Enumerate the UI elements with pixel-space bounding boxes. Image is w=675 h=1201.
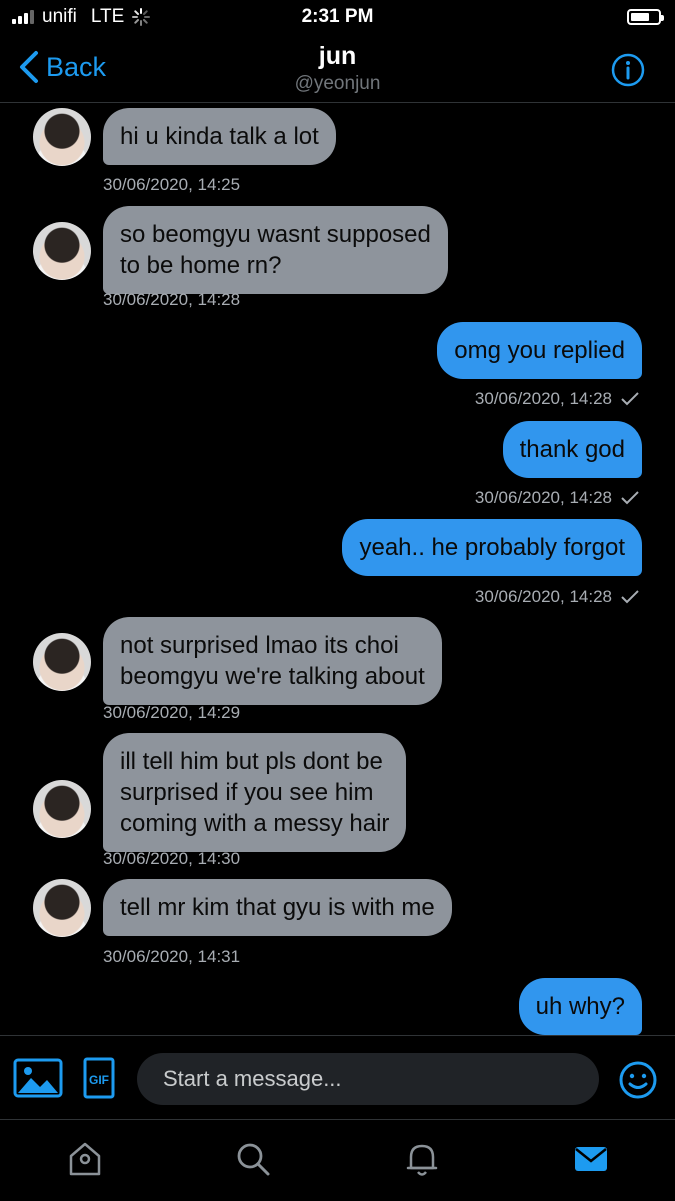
message-bubble-outgoing[interactable]: yeah.. he probably forgot — [342, 519, 642, 576]
message-timestamp: 30/06/2020, 14:28 — [474, 488, 612, 507]
avatar[interactable] — [33, 633, 91, 691]
message-timestamp: 30/06/2020, 14:28 — [474, 389, 612, 408]
avatar[interactable] — [33, 222, 91, 280]
message-text: coming with a messy hair — [120, 810, 390, 837]
message-text: omg you replied — [454, 337, 625, 364]
message-timestamp: 30/06/2020, 14:30 — [103, 849, 241, 868]
message-text: surprised if you see him — [120, 779, 374, 806]
check-icon — [621, 491, 639, 505]
message-timestamp: 30/06/2020, 14:25 — [103, 175, 241, 194]
message-bubble-incoming[interactable]: hi u kinda talk a lot — [103, 108, 336, 165]
message-list[interactable]: hi u kinda talk a lot 30/06/2020, 14:25 … — [0, 103, 675, 1035]
message-timestamp-row: 30/06/2020, 14:28 — [475, 587, 640, 607]
message-text: to be home rn? — [120, 252, 282, 279]
message-text: beomgyu we're talking about — [120, 663, 425, 690]
message-text: uh why? — [535, 993, 625, 1020]
avatar[interactable] — [33, 108, 91, 166]
status-time: 2:31 PM — [301, 6, 374, 27]
message-text: not surprised lmao its choi — [120, 632, 399, 659]
message-timestamp-row: 30/06/2020, 14:28 — [475, 389, 640, 409]
avatar[interactable] — [33, 780, 91, 838]
conversation-handle: @yeonjun — [294, 73, 381, 94]
message-text: tell mr kim that gyu is with me — [120, 894, 435, 921]
image-icon[interactable] — [13, 1058, 63, 1098]
message-bubble-incoming[interactable]: tell mr kim that gyu is with me — [103, 879, 452, 936]
gif-icon: GIF — [83, 1057, 115, 1099]
messages-icon[interactable] — [572, 1140, 610, 1178]
check-icon — [621, 590, 639, 604]
message-text: so beomgyu wasnt supposed — [120, 221, 431, 248]
message-bubble-incoming[interactable]: not surprised lmao its choi beomgyu we'r… — [103, 617, 442, 705]
conversation-title-block[interactable]: jun @yeonjun — [0, 42, 675, 95]
message-input[interactable] — [137, 1053, 599, 1105]
bottom-tab-bar — [0, 1119, 675, 1201]
message-bubble-outgoing[interactable]: omg you replied — [437, 322, 642, 379]
avatar[interactable] — [33, 879, 91, 937]
conversation-header: Back jun @yeonjun — [0, 36, 675, 103]
message-text: ill tell him but pls dont be — [120, 748, 383, 775]
message-timestamp: 30/06/2020, 14:31 — [103, 947, 241, 966]
gif-button[interactable]: GIF — [83, 1057, 115, 1099]
message-text: hi u kinda talk a lot — [120, 123, 319, 150]
notifications-icon[interactable] — [403, 1140, 441, 1178]
gif-label: GIF — [89, 1073, 109, 1087]
info-icon[interactable] — [611, 53, 645, 87]
home-icon[interactable] — [66, 1140, 104, 1178]
message-bubble-outgoing[interactable]: thank god — [502, 421, 642, 478]
search-icon[interactable] — [234, 1140, 272, 1178]
message-composer: GIF — [0, 1035, 675, 1120]
conversation-title: jun — [318, 42, 357, 70]
message-timestamp: 30/06/2020, 14:29 — [103, 703, 241, 722]
check-icon — [621, 392, 639, 406]
status-bar: unifi LTE 2:31 PM — [0, 0, 675, 36]
message-bubble-incoming[interactable]: ill tell him but pls dont be surprised i… — [103, 733, 407, 852]
message-timestamp: 30/06/2020, 14:28 — [474, 587, 612, 606]
message-text: yeah.. he probably forgot — [359, 534, 625, 561]
message-timestamp: 30/06/2020, 14:28 — [103, 290, 241, 309]
emoji-icon[interactable] — [618, 1060, 658, 1100]
message-text: thank god — [519, 436, 625, 463]
battery-icon — [627, 9, 664, 25]
message-bubble-outgoing[interactable]: uh why? — [518, 978, 642, 1035]
message-bubble-incoming[interactable]: so beomgyu wasnt supposed to be home rn? — [103, 206, 448, 294]
message-timestamp-row: 30/06/2020, 14:28 — [475, 488, 640, 508]
